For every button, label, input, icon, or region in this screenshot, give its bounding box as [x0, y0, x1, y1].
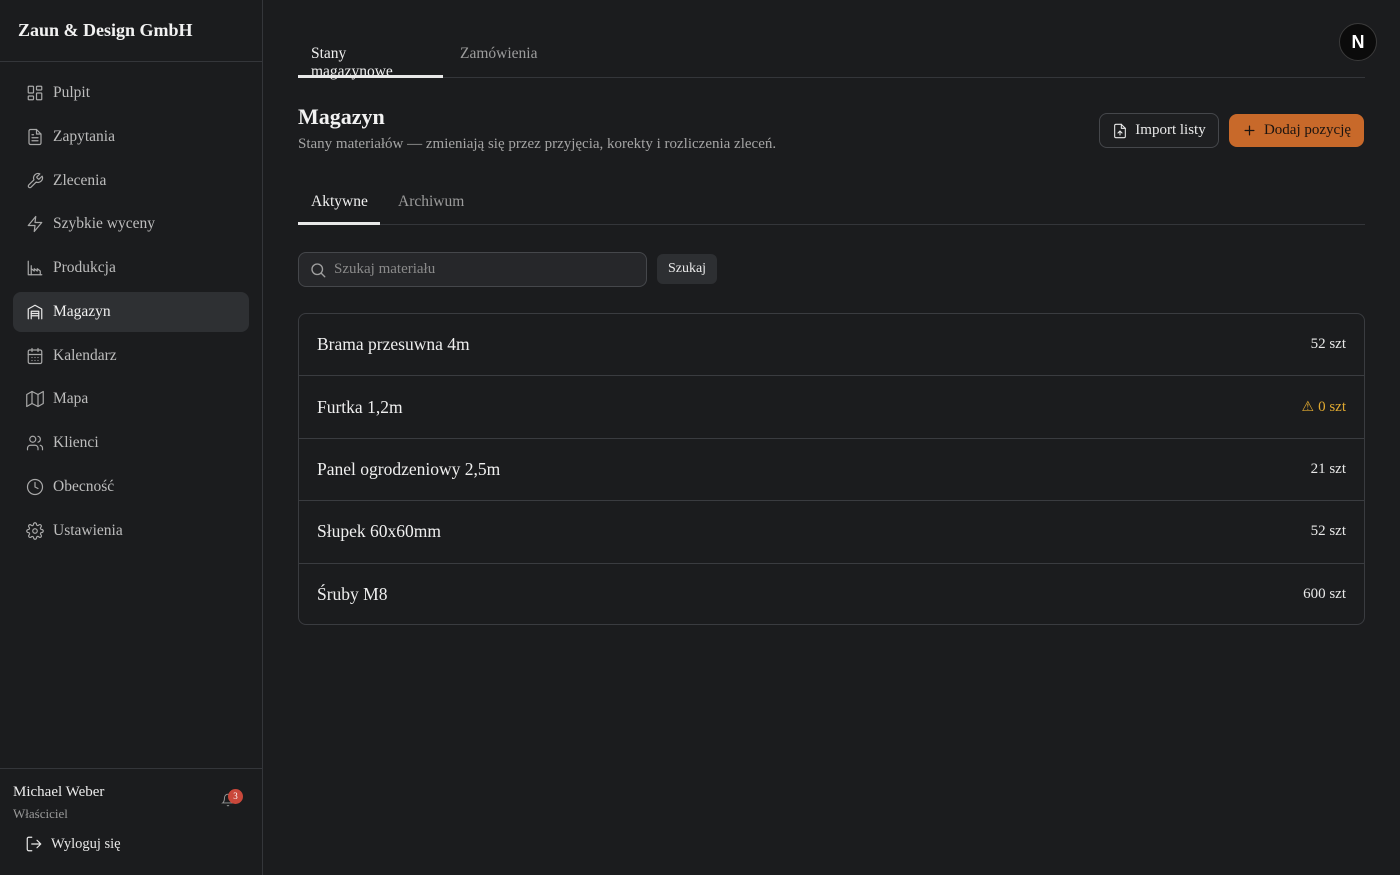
item-name: Furtka 1,2m [317, 396, 403, 417]
list-item[interactable]: Śruby M8 600 szt [299, 564, 1364, 624]
import-list-label: Import listy [1135, 122, 1206, 138]
sidebar-item-klienci[interactable]: Klienci [13, 423, 249, 463]
document-icon [26, 128, 44, 146]
wrench-icon [26, 172, 44, 190]
list-item[interactable]: Panel ogrodzeniowy 2,5m 21 szt [299, 439, 1364, 502]
sidebar-item-produkcja[interactable]: Produkcja [13, 248, 249, 288]
item-quantity: 52 szt [1310, 336, 1346, 353]
sidebar-item-label: Zapytania [53, 127, 115, 145]
sidebar-item-label: Klienci [53, 434, 99, 451]
sub-tabs: Aktywne Archiwum [298, 185, 1365, 225]
item-quantity: 600 szt [1303, 586, 1346, 603]
item-name: Słupek 60x60mm [317, 521, 441, 542]
factory-icon [26, 259, 44, 277]
search-placeholder: Szukaj materiału [334, 261, 436, 277]
sidebar-item-label: Produkcja [53, 259, 116, 276]
sidebar-item-kalendarz[interactable]: Kalendarz [13, 336, 249, 376]
tab-aktywne[interactable]: Aktywne [298, 185, 380, 225]
sidebar-item-label: Pulpit [53, 84, 91, 101]
avatar[interactable]: N [1339, 23, 1377, 61]
page-subtitle: Stany materiałów — zmieniają się przez p… [298, 136, 777, 152]
sidebar-item-magazyn[interactable]: Magazyn [13, 291, 249, 332]
item-quantity: 21 szt [1310, 460, 1346, 477]
sidebar-nav: Pulpit Zapytania Zlecenia Szybkie wyceny… [13, 73, 249, 554]
item-name: Śruby M8 [317, 584, 388, 605]
list-item[interactable]: Brama przesuwna 4m 52 szt [299, 314, 1364, 377]
tab-archiwum[interactable]: Archiwum [380, 185, 477, 224]
logout-label: Wyloguj się [51, 835, 121, 852]
item-name: Brama przesuwna 4m [317, 334, 470, 355]
notification-badge: 3 [228, 789, 243, 804]
list-item[interactable]: Furtka 1,2m ⚠ 0 szt [299, 376, 1364, 439]
map-icon [26, 390, 44, 408]
lightning-icon [26, 215, 44, 233]
clock-icon [26, 478, 44, 496]
calendar-icon [26, 347, 44, 365]
user-role: Właściciel [13, 806, 68, 821]
user-name: Michael Weber [13, 784, 105, 800]
item-quantity: 52 szt [1310, 523, 1346, 540]
warehouse-icon [26, 303, 44, 321]
item-quantity: 0 szt [1318, 398, 1346, 415]
item-quantity-warning: ⚠ 0 szt [1302, 399, 1346, 416]
sidebar-item-zlecenia[interactable]: Zlecenia [13, 161, 249, 201]
sidebar-item-zapytania[interactable]: Zapytania [13, 117, 249, 157]
search-input[interactable]: Szukaj materiału [298, 252, 647, 287]
list-item[interactable]: Słupek 60x60mm 52 szt [299, 501, 1364, 564]
file-upload-icon [1114, 123, 1127, 138]
sidebar-item-label: Mapa [53, 390, 89, 408]
sidebar-item-label: Zlecenia [53, 171, 107, 189]
notifications-button[interactable]: 3 [221, 789, 243, 811]
user-panel: Michael Weber Właściciel 3 Wyloguj się [0, 768, 262, 875]
tab-zamowienia[interactable]: Zamówienia [443, 36, 550, 77]
add-item-label: Dodaj pozycję [1263, 122, 1352, 138]
brand-name: Zaun & Design GmbH [0, 0, 262, 62]
sidebar-item-label: Szybkie wyceny [53, 215, 156, 233]
search-icon [311, 262, 326, 277]
top-tabs: Stany magazynowe Zamówienia [298, 36, 1365, 80]
sidebar: Zaun & Design GmbH Pulpit Zapytania Zlec… [0, 0, 263, 875]
sidebar-item-label: Obecność [53, 477, 115, 495]
sidebar-item-label: Magazyn [53, 302, 111, 320]
sidebar-item-mapa[interactable]: Mapa [13, 379, 249, 419]
sidebar-item-ustawienia[interactable]: Ustawienia [13, 511, 249, 551]
page-title: Magazyn [298, 104, 385, 129]
warning-icon: ⚠ [1301, 399, 1315, 415]
inventory-list: Brama przesuwna 4m 52 szt Furtka 1,2m ⚠ … [298, 313, 1365, 625]
add-item-button[interactable]: Dodaj pozycję [1229, 114, 1364, 147]
sidebar-item-label: Ustawienia [53, 521, 123, 539]
users-icon [26, 434, 44, 452]
item-name: Panel ogrodzeniowy 2,5m [317, 458, 501, 479]
tab-stany-magazynowe[interactable]: Stany magazynowe [298, 36, 443, 80]
sidebar-item-szybkie-wyceny[interactable]: Szybkie wyceny [13, 204, 249, 244]
logout-icon [26, 836, 42, 852]
sidebar-item-pulpit[interactable]: Pulpit [13, 73, 249, 113]
dashboard-icon [26, 84, 44, 102]
sidebar-item-label: Kalendarz [53, 346, 117, 364]
sidebar-item-obecnosc[interactable]: Obecność [13, 467, 249, 507]
logout-button[interactable]: Wyloguj się [25, 835, 121, 853]
plus-icon [1244, 125, 1255, 136]
search-button[interactable]: Szukaj [657, 254, 717, 284]
import-list-button[interactable]: Import listy [1099, 113, 1219, 148]
gear-icon [26, 521, 44, 540]
